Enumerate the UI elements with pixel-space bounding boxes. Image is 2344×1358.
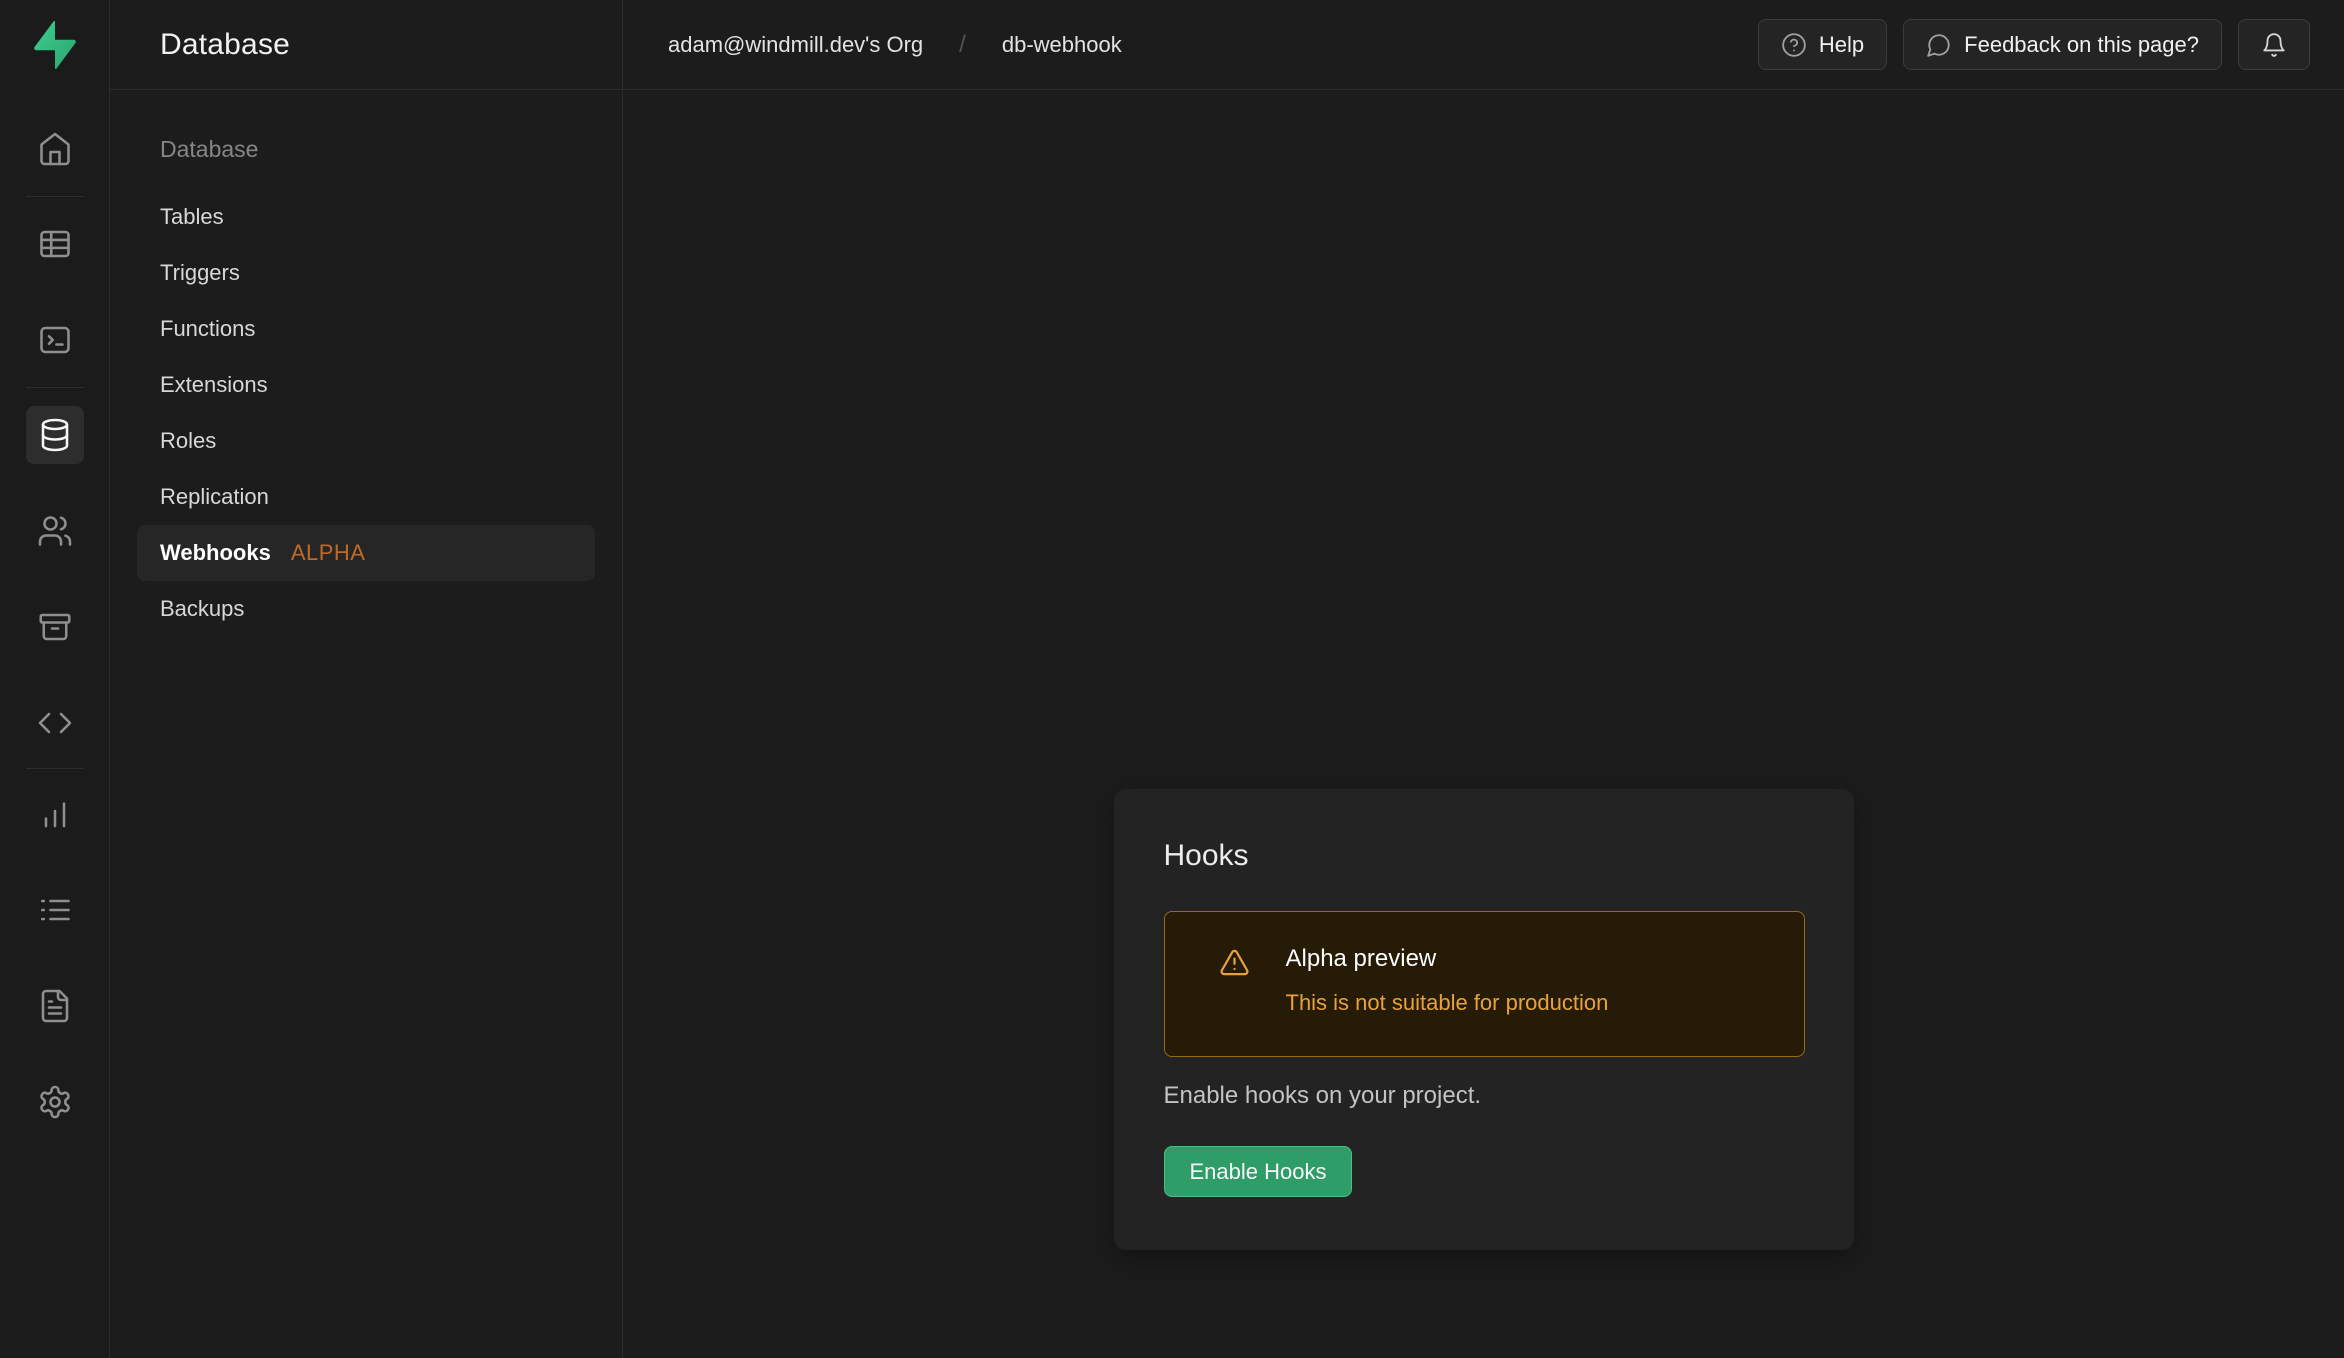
sidebar-section-label: Database	[137, 136, 595, 163]
nav-auth-button[interactable]	[26, 502, 84, 560]
sidebar-item-backups[interactable]: Backups	[137, 581, 595, 637]
nav-docs-button[interactable]	[26, 977, 84, 1035]
feedback-button-label: Feedback on this page?	[1964, 32, 2199, 58]
database-sidebar: Database Database Tables Triggers Functi…	[110, 0, 623, 1358]
page-title: Database	[160, 28, 290, 62]
nav-database-button[interactable]	[26, 406, 84, 464]
bell-icon	[2261, 32, 2287, 58]
app-root: Database Database Tables Triggers Functi…	[0, 0, 2344, 1358]
sidebar-item-functions[interactable]: Functions	[137, 301, 595, 357]
breadcrumb: adam@windmill.dev's Org / db-webhook	[668, 31, 1122, 59]
sidebar-item-label: Tables	[160, 204, 224, 230]
main-panel: Hooks Alpha preview This is not suitable…	[623, 90, 2344, 1358]
sidebar-item-label: Triggers	[160, 260, 240, 286]
database-icon	[37, 417, 73, 453]
nav-sql-editor-button[interactable]	[26, 311, 84, 369]
nav-reports-button[interactable]	[26, 785, 84, 843]
sidebar-menu: Tables Triggers Functions Extensions Rol…	[137, 189, 595, 637]
rail-divider	[26, 196, 84, 197]
sidebar-item-label: Backups	[160, 596, 244, 622]
list-icon	[37, 892, 73, 928]
help-circle-icon	[1781, 32, 1807, 58]
home-icon	[37, 131, 73, 167]
alert-title: Alpha preview	[1286, 945, 1609, 973]
feedback-button[interactable]: Feedback on this page?	[1903, 19, 2222, 70]
help-button[interactable]: Help	[1758, 19, 1887, 70]
help-button-label: Help	[1819, 32, 1864, 58]
sidebar-item-label: Webhooks	[160, 540, 271, 566]
topbar: adam@windmill.dev's Org / db-webhook Hel…	[623, 0, 2344, 90]
sidebar-item-tables[interactable]: Tables	[137, 189, 595, 245]
sidebar-item-label: Replication	[160, 484, 269, 510]
nav-rail	[0, 0, 110, 1358]
enable-hooks-button[interactable]: Enable Hooks	[1164, 1146, 1353, 1197]
hooks-card: Hooks Alpha preview This is not suitable…	[1114, 789, 1854, 1250]
breadcrumb-project[interactable]: db-webhook	[1002, 32, 1122, 58]
nav-edge-functions-button[interactable]	[26, 694, 84, 752]
sidebar-item-replication[interactable]: Replication	[137, 469, 595, 525]
users-icon	[37, 513, 73, 549]
breadcrumb-org[interactable]: adam@windmill.dev's Org	[668, 32, 923, 58]
sidebar-item-webhooks[interactable]: Webhooks ALPHA	[137, 525, 595, 581]
content-area: adam@windmill.dev's Org / db-webhook Hel…	[623, 0, 2344, 1358]
file-text-icon	[37, 988, 73, 1024]
sidebar-item-roles[interactable]: Roles	[137, 413, 595, 469]
nav-home-button[interactable]	[26, 120, 84, 178]
nav-storage-button[interactable]	[26, 598, 84, 656]
code-icon	[37, 705, 73, 741]
sidebar-item-label: Roles	[160, 428, 216, 454]
nav-logs-button[interactable]	[26, 881, 84, 939]
rail-divider	[26, 387, 84, 388]
alpha-badge: ALPHA	[291, 540, 366, 566]
sidebar-item-triggers[interactable]: Triggers	[137, 245, 595, 301]
rail-divider	[26, 768, 84, 769]
app-logo[interactable]	[0, 0, 109, 90]
hooks-card-description: Enable hooks on your project.	[1164, 1082, 1806, 1110]
alert-description: This is not suitable for production	[1286, 990, 1609, 1016]
sidebar-item-label: Functions	[160, 316, 255, 342]
storage-archive-icon	[37, 609, 73, 645]
speech-bubble-icon	[1926, 32, 1952, 58]
nav-settings-button[interactable]	[26, 1073, 84, 1131]
bar-chart-icon	[37, 796, 73, 832]
supabase-bolt-icon	[31, 21, 79, 69]
nav-table-editor-button[interactable]	[26, 215, 84, 273]
notifications-button[interactable]	[2238, 19, 2310, 70]
topbar-actions: Help Feedback on this page?	[1758, 19, 2310, 70]
hooks-card-title: Hooks	[1164, 839, 1806, 873]
alpha-preview-alert: Alpha preview This is not suitable for p…	[1164, 911, 1805, 1057]
sidebar-header: Database	[110, 0, 622, 90]
table-editor-icon	[37, 226, 73, 262]
gear-icon	[37, 1084, 73, 1120]
sidebar-item-extensions[interactable]: Extensions	[137, 357, 595, 413]
alert-text: Alpha preview This is not suitable for p…	[1286, 945, 1609, 1016]
breadcrumb-separator: /	[959, 31, 966, 59]
sql-terminal-icon	[37, 322, 73, 358]
sidebar-item-label: Extensions	[160, 372, 268, 398]
warning-triangle-icon	[1219, 947, 1250, 978]
